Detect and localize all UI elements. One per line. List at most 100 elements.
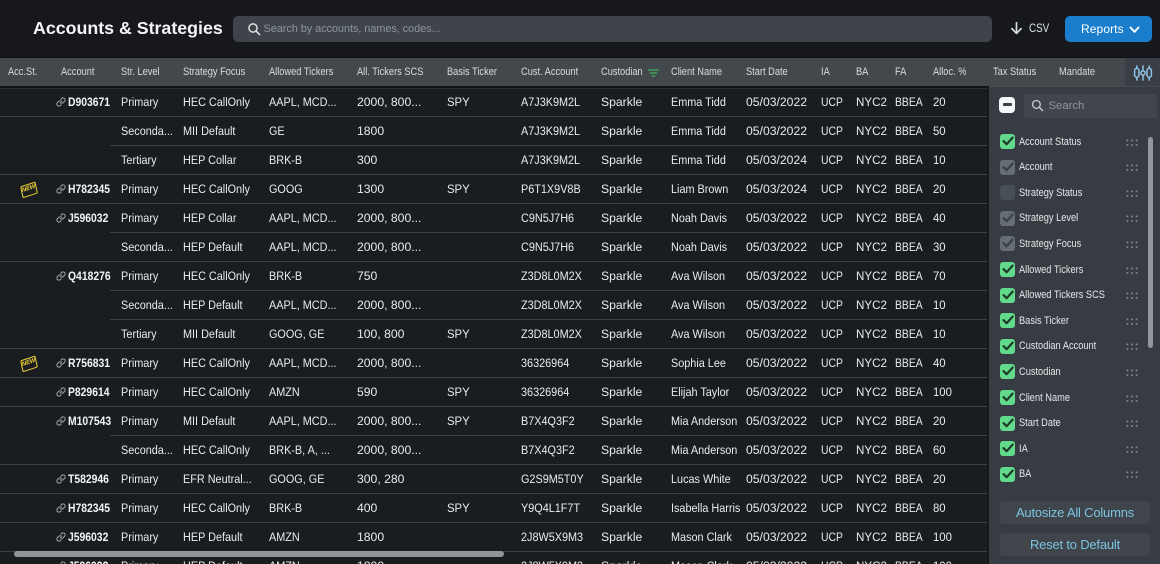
- drag-handle[interactable]: [1126, 369, 1139, 377]
- drag-handle[interactable]: [1126, 138, 1139, 147]
- cell-scs: 2000, 800...: [357, 291, 445, 320]
- column-toggle-item[interactable]: Strategy Focus: [989, 232, 1160, 258]
- account-code[interactable]: T582946: [68, 465, 109, 494]
- cell-text: NYC2: [856, 153, 887, 167]
- column-header-cust[interactable]: Cust. Account: [521, 58, 601, 87]
- column-toggle-item[interactable]: Account: [989, 155, 1160, 181]
- column-header-ia[interactable]: IA: [821, 58, 856, 87]
- cell-text: Sparkle: [601, 552, 642, 564]
- table-row[interactable]: H782345 Primary HEC CallOnly BRK-B 400 SPY Y9Q…: [0, 494, 987, 523]
- account-code[interactable]: J596032: [68, 204, 108, 233]
- column-header-basis[interactable]: Basis Ticker: [447, 58, 521, 87]
- table-row[interactable]: Tertiary MII Default GOOG, GE 100, 800 SPY Z3…: [0, 320, 987, 349]
- table-row[interactable]: Q418276 Primary HEC CallOnly BRK-B 750 Z3D8L0…: [0, 262, 987, 291]
- column-toggle-item[interactable]: Custodian Account: [989, 334, 1160, 360]
- cell-scs: 2000, 800...: [357, 88, 445, 117]
- reset-to-default-button[interactable]: Reset to Default: [1000, 533, 1150, 556]
- column-toggle-item[interactable]: Strategy Status: [989, 181, 1160, 207]
- column-header-allowed[interactable]: Allowed Tickers: [269, 58, 357, 87]
- table-row[interactable]: T582946 Primary EFR Neutral... GOOG, GE 300,…: [0, 465, 987, 494]
- column-toggle-item[interactable]: Custodian: [989, 360, 1160, 386]
- table-row[interactable]: J596032 Primary HEP Default AMZN 1800 2J8W5X9…: [0, 523, 987, 552]
- column-toggle-item[interactable]: Basis Ticker: [989, 309, 1160, 335]
- drag-handle[interactable]: [1126, 420, 1139, 428]
- table-row[interactable]: NEW R756831 Primary HEC CallOnly AAPL, MCD..…: [0, 349, 987, 378]
- search-input[interactable]: Search by accounts, names, codes...: [233, 16, 992, 42]
- table-row[interactable]: D903671 Primary HEC CallOnly AAPL, MCD... 20…: [0, 88, 987, 117]
- column-header-alloc[interactable]: Alloc. %: [933, 58, 993, 87]
- reports-button[interactable]: Reports: [1065, 16, 1152, 42]
- column-toggle-item[interactable]: Strategy Level: [989, 206, 1160, 232]
- column-checkbox[interactable]: [1000, 159, 1015, 175]
- table-row[interactable]: Seconda... HEP Default AAPL, MCD... 2000, 8…: [0, 291, 987, 320]
- column-checkbox[interactable]: [1000, 415, 1015, 431]
- select-all-checkbox[interactable]: [999, 96, 1015, 113]
- column-checkbox[interactable]: [1000, 338, 1015, 354]
- column-checkbox[interactable]: [1000, 134, 1015, 149]
- cell-text: Seconda...: [121, 443, 173, 457]
- panel-search-input[interactable]: Search: [1023, 93, 1157, 118]
- panel-vertical-scrollbar[interactable]: [1147, 137, 1153, 348]
- column-toggle-item[interactable]: Allowed Tickers SCS: [989, 283, 1160, 309]
- column-header-account[interactable]: Account: [61, 58, 121, 87]
- account-code[interactable]: M107543: [68, 407, 111, 436]
- table-row[interactable]: J596032 Primary HEP Collar AAPL, MCD... 2000…: [0, 204, 987, 233]
- column-checkbox[interactable]: [1000, 262, 1015, 277]
- column-header-tax[interactable]: Tax Status: [993, 58, 1059, 87]
- drag-handle[interactable]: [1126, 241, 1139, 249]
- account-code[interactable]: D903671: [68, 88, 110, 117]
- column-toggle-item[interactable]: Start Date: [989, 411, 1160, 437]
- column-header-focus[interactable]: Strategy Focus: [183, 58, 269, 87]
- drag-handle[interactable]: [1126, 164, 1139, 172]
- column-checkbox[interactable]: [1000, 236, 1015, 252]
- column-header-scs[interactable]: All. Tickers SCS: [357, 58, 447, 87]
- account-code[interactable]: H782345: [68, 175, 110, 204]
- table-row[interactable]: Seconda... MII Default GE 1800 A7J3K9M2L Spar…: [0, 117, 987, 146]
- column-checkbox[interactable]: [1000, 466, 1015, 482]
- account-code[interactable]: J596032: [68, 523, 108, 552]
- drag-handle[interactable]: [1126, 394, 1139, 403]
- table-row[interactable]: Tertiary HEP Collar BRK-B 300 A7J3K9M2L Spark…: [0, 146, 987, 175]
- column-toggle-item[interactable]: Allowed Tickers: [989, 258, 1160, 284]
- drag-handle[interactable]: [1126, 318, 1139, 326]
- account-code[interactable]: H782345: [68, 494, 110, 523]
- drag-handle[interactable]: [1126, 292, 1139, 300]
- drag-handle[interactable]: [1126, 471, 1139, 479]
- drag-handle[interactable]: [1126, 446, 1139, 454]
- column-checkbox[interactable]: [1000, 390, 1015, 405]
- column-header-accst[interactable]: Acc.St.: [8, 58, 58, 87]
- account-code[interactable]: P829614: [68, 378, 109, 407]
- table-row[interactable]: Seconda... HEC CallOnly BRK-B, A, ... 2000,…: [0, 436, 987, 465]
- drag-handle[interactable]: [1126, 343, 1139, 351]
- column-checkbox[interactable]: [1000, 364, 1015, 380]
- column-toggle-label-text: Custodian: [1019, 365, 1061, 378]
- column-toggle-item[interactable]: Account Status: [989, 130, 1160, 156]
- table-row[interactable]: NEW H782345 Primary HEC CallOnly GOOG 1300 SPY…: [0, 175, 987, 204]
- column-header-client[interactable]: Client Name: [671, 58, 746, 87]
- table-row[interactable]: Seconda... HEP Default AAPL, MCD... 2000, 8…: [0, 233, 987, 262]
- column-checkbox[interactable]: [1000, 441, 1015, 457]
- account-code[interactable]: R756831: [68, 349, 110, 378]
- column-checkbox[interactable]: [1000, 287, 1015, 303]
- autosize-all-columns-button[interactable]: Autosize All Columns: [1000, 501, 1150, 524]
- cell-text: NYC2: [856, 552, 887, 564]
- column-checkbox[interactable]: [1000, 210, 1015, 226]
- drag-handle[interactable]: [1126, 190, 1139, 198]
- column-checkbox[interactable]: [1000, 313, 1015, 329]
- column-header-level[interactable]: Str. Level: [121, 58, 183, 87]
- table-row[interactable]: M107543 Primary MII Default AAPL, MCD... 200…: [0, 407, 987, 436]
- drag-handle[interactable]: [1126, 266, 1139, 275]
- column-header-date[interactable]: Start Date: [746, 58, 821, 87]
- column-toggle-item[interactable]: Client Name: [989, 386, 1160, 412]
- columns-tool-panel-tab[interactable]: [1125, 57, 1160, 86]
- column-toggle-item[interactable]: BA: [989, 462, 1160, 488]
- column-header-custodian[interactable]: Custodian: [601, 58, 671, 87]
- column-toggle-item[interactable]: IA: [989, 437, 1160, 463]
- column-header-fa[interactable]: FA: [895, 58, 933, 87]
- drag-handle[interactable]: [1126, 215, 1139, 223]
- account-code[interactable]: Q418276: [68, 262, 111, 291]
- table-row[interactable]: P829614 Primary HEC CallOnly AMZN 590 SPY 3632…: [0, 378, 987, 407]
- column-checkbox[interactable]: [1000, 185, 1015, 201]
- column-header-ba[interactable]: BA: [856, 58, 895, 87]
- horizontal-scrollbar[interactable]: [14, 551, 504, 557]
